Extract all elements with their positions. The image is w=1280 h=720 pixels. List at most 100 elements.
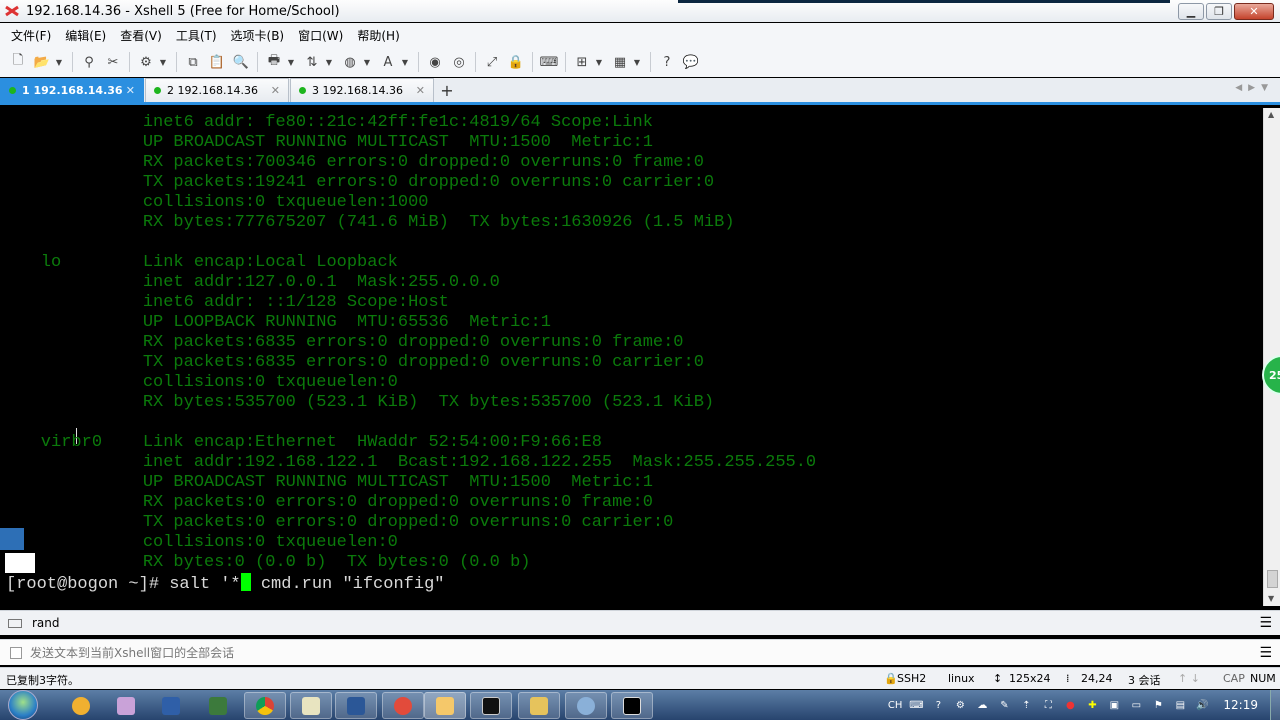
menu-window[interactable]: 窗口(W)	[291, 27, 350, 44]
window-icon[interactable]: ▣	[1106, 697, 1122, 713]
chevron-down-icon[interactable]: ▼	[400, 52, 410, 72]
taskbar-app-2[interactable]	[105, 692, 147, 719]
menu-edit[interactable]: 编辑(E)	[58, 27, 113, 44]
connected-status-icon	[154, 87, 161, 94]
find-icon[interactable]: 🔍	[231, 52, 251, 72]
tab-session-3[interactable]: 3 192.168.14.36 ✕	[290, 78, 434, 102]
settings-icon[interactable]: ⚙	[952, 697, 968, 713]
ime-indicator[interactable]: CH	[888, 697, 903, 713]
add-icon[interactable]: ✚	[1084, 697, 1100, 713]
chevron-down-icon[interactable]: ▼	[362, 52, 372, 72]
terminal-prompt-line[interactable]: [root@bogon ~]# salt '* cmd.run "ifconfi…	[6, 573, 444, 594]
keyboard-icon[interactable]: ⌨	[539, 52, 559, 72]
tab-number: 2	[167, 84, 174, 97]
chevron-down-icon[interactable]: ▼	[286, 52, 296, 72]
volume-icon[interactable]: 🔊	[1194, 697, 1210, 713]
up-arrow-icon[interactable]: ⇡	[1018, 697, 1034, 713]
taskbar-chrome[interactable]	[244, 692, 286, 719]
chevron-down-icon[interactable]: ▼	[54, 52, 64, 72]
tab-scroll-arrows-icon[interactable]: ◀▶▼	[1235, 83, 1274, 93]
app-user-icon	[436, 696, 454, 715]
taskbar-cmd[interactable]	[470, 692, 512, 719]
paste-icon[interactable]: 📋	[207, 52, 227, 72]
scroll-down-icon[interactable]: ▼	[1268, 594, 1274, 603]
menu-tab[interactable]: 选项卡(B)	[224, 27, 292, 44]
tab-number: 3	[312, 84, 319, 97]
close-tab-icon[interactable]: ✕	[126, 84, 135, 97]
help-icon[interactable]: ?	[657, 52, 677, 72]
xftp-icon[interactable]: ◉	[425, 52, 445, 72]
close-button[interactable]: ✕	[1234, 2, 1274, 20]
toolbar: 🗋 📂 ▼ ⚲ ✂ ⚙ ▼ ⧉ 📋 🔍 🖶 ▼ ⇅ ▼ ◍ ▼ A ▼ ◉ ◎ …	[0, 47, 1280, 77]
minimize-button[interactable]: ▁	[1178, 2, 1204, 20]
taskbar-app-active[interactable]	[424, 692, 466, 719]
title-progress-strip	[678, 0, 1170, 3]
xmanager-icon[interactable]: ◎	[449, 52, 469, 72]
terminal-output[interactable]: inet6 addr: fe80::21c:42ff:fe1c:4819/64 …	[0, 108, 1263, 606]
transfer-icon[interactable]: ⇅	[302, 52, 322, 72]
chevron-down-icon[interactable]: ▼	[594, 52, 604, 72]
send-all-checkbox[interactable]	[10, 646, 22, 659]
maximize-button[interactable]: ❐	[1206, 2, 1232, 20]
chevron-down-icon[interactable]: ▼	[632, 52, 642, 72]
taskbar-xshell[interactable]	[382, 692, 424, 719]
security-icon[interactable]: ●	[1062, 697, 1078, 713]
scroll-up-icon[interactable]: ▲	[1268, 110, 1274, 119]
print-icon[interactable]: 🖶	[264, 52, 284, 72]
status-sessions: 3 会话	[1128, 674, 1161, 687]
taskbar-explorer[interactable]	[518, 692, 560, 719]
taskbar-word[interactable]	[335, 692, 377, 719]
menu-file[interactable]: 文件(F)	[4, 27, 58, 44]
globe-icon[interactable]: ◍	[340, 52, 360, 72]
network-icon[interactable]: ⛶	[1040, 697, 1056, 713]
copy-icon[interactable]: ⧉	[183, 52, 203, 72]
disconnect-icon[interactable]: ✂	[103, 52, 123, 72]
terminal-line: collisions:0 txqueuelen:1000	[0, 193, 429, 212]
close-tab-icon[interactable]: ✕	[416, 84, 425, 97]
scroll-thumb[interactable]	[1267, 570, 1278, 588]
fullscreen-icon[interactable]: ⤢	[482, 52, 502, 72]
nav-arrows-icon[interactable]: ↑ ↓	[1178, 672, 1200, 685]
font-icon[interactable]: A	[378, 52, 398, 72]
cloud-icon[interactable]: ☁	[974, 697, 990, 713]
menu-tools[interactable]: 工具(T)	[169, 27, 224, 44]
hamburger-menu-icon[interactable]: ☰	[1259, 615, 1272, 631]
taskbar-pycharm[interactable]	[611, 692, 653, 719]
flag-icon[interactable]: ⚑	[1150, 697, 1166, 713]
help-icon[interactable]: ?	[930, 697, 946, 713]
show-desktop-button[interactable]	[1270, 690, 1280, 720]
toolbar-divider	[176, 52, 177, 72]
compose-bar[interactable]: rand ☰	[0, 610, 1280, 635]
new-session-icon[interactable]: 🗋	[8, 52, 28, 72]
monitor-icon[interactable]: ▭	[1128, 697, 1144, 713]
hamburger-menu-icon[interactable]: ☰	[1259, 645, 1272, 661]
add-tab-icon[interactable]: ⊞	[572, 52, 592, 72]
send-to-all-bar[interactable]: 发送文本到当前Xshell窗口的全部会话 ☰	[0, 639, 1280, 665]
lock-icon[interactable]: 🔒	[506, 52, 526, 72]
pen-icon[interactable]: ✎	[996, 697, 1012, 713]
taskbar-app-4[interactable]	[197, 692, 239, 719]
layout-icon[interactable]: ▦	[610, 52, 630, 72]
taskbar-app-1[interactable]	[60, 692, 102, 719]
taskbar-app-3[interactable]	[150, 692, 192, 719]
taskbar-notepad[interactable]	[290, 692, 332, 719]
tab-session-2[interactable]: 2 192.168.14.36 ✕	[145, 78, 289, 102]
tab-session-1[interactable]: 1 192.168.14.36 ✕	[0, 78, 144, 102]
start-button-icon[interactable]	[8, 690, 38, 720]
close-tab-icon[interactable]: ✕	[271, 84, 280, 97]
open-folder-icon[interactable]: 📂	[32, 52, 52, 72]
new-tab-button[interactable]: +	[435, 78, 459, 102]
compose-text[interactable]: rand	[32, 616, 60, 630]
chevron-down-icon[interactable]: ▼	[324, 52, 334, 72]
chat-icon[interactable]: 💬	[681, 52, 701, 72]
reconnect-icon[interactable]: ⚲	[79, 52, 99, 72]
menu-help[interactable]: 帮助(H)	[350, 27, 406, 44]
properties-icon[interactable]: ⚙	[136, 52, 156, 72]
chevron-down-icon[interactable]: ▼	[158, 52, 168, 72]
clock[interactable]: 12:19	[1223, 698, 1258, 712]
keyboard-icon[interactable]: ⌨	[908, 697, 924, 713]
display-icon[interactable]: ▤	[1172, 697, 1188, 713]
taskbar-app-5[interactable]	[565, 692, 607, 719]
status-protocol: SSH2	[897, 672, 927, 685]
menu-view[interactable]: 查看(V)	[113, 27, 169, 44]
